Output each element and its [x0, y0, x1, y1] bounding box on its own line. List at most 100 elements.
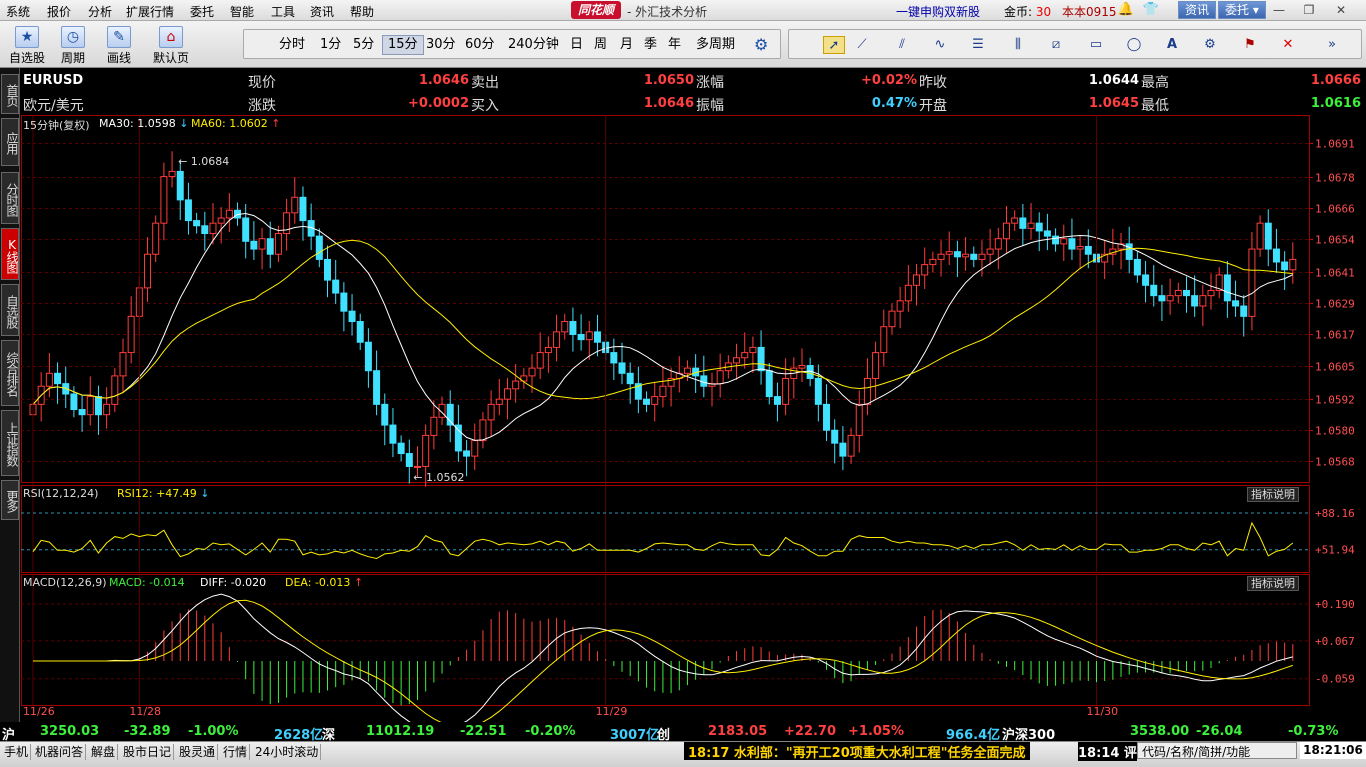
bottom-tab-lingtong[interactable]: 股灵通 — [177, 744, 219, 760]
period-season[interactable]: 季 — [639, 35, 662, 55]
price-tick-label: 1.0592 — [1315, 394, 1355, 407]
news-button[interactable]: 资讯 — [1178, 1, 1217, 19]
gann-lines-icon[interactable]: ⫼ — [1007, 36, 1029, 54]
bottom-tab-quotes[interactable]: 行情 — [221, 744, 251, 760]
rsi-name: RSI(12,12,24) — [23, 487, 99, 500]
sh-value[interactable]: 3250.03 — [40, 724, 99, 739]
text-icon[interactable]: A — [1161, 36, 1183, 54]
sidebar-tab-kline[interactable]: K线图 — [1, 228, 19, 280]
wave-icon[interactable]: ∿ — [929, 36, 951, 54]
maximize-button[interactable]: ❐ — [1298, 2, 1320, 18]
period-day[interactable]: 日 — [565, 35, 588, 55]
menu-help[interactable]: 帮助 — [350, 3, 374, 20]
bookmark-icon[interactable]: ⚑ — [1239, 36, 1261, 54]
parallel-lines-icon[interactable]: ⫽ — [891, 36, 913, 54]
period-intraday[interactable]: 分时 — [274, 35, 310, 55]
kline-chart-svg[interactable]: 1.0691 1.0678 1.0666 1.0654 1.0641 1.0629 1.06… — [21, 115, 1366, 722]
sidebar-tab-apps[interactable]: 应用 — [1, 118, 19, 166]
sidebar-tab-watchlist[interactable]: 自选股 — [1, 284, 19, 336]
trade-button[interactable]: 委托 ▾ — [1218, 1, 1266, 19]
candle-body — [1166, 295, 1174, 302]
chart-area[interactable]: 1.0691 1.0678 1.0666 1.0654 1.0641 1.0629 1.06… — [21, 115, 1366, 722]
period-week[interactable]: 周 — [589, 35, 612, 55]
sidebar-tab-timeshare[interactable]: 分时图 — [1, 172, 19, 224]
minimize-button[interactable]: — — [1268, 2, 1290, 18]
period-15min[interactable]: 15分 — [382, 35, 424, 55]
sidebar-tab-more[interactable]: 更多 — [1, 480, 19, 520]
cursor-icon[interactable]: ➚ — [823, 36, 845, 54]
period-year[interactable]: 年 — [663, 35, 686, 55]
news-ticker-secondary[interactable]: 18:14 评 — [1078, 742, 1137, 761]
candle-body — [1052, 235, 1060, 245]
bottom-tab-mobile[interactable]: 手机 — [2, 744, 32, 760]
candle-body — [291, 196, 299, 214]
bottom-tab-24h[interactable]: 24小时滚动 — [253, 744, 322, 760]
bottom-tab-diary[interactable]: 股市日记 — [121, 744, 175, 760]
candle-body — [1084, 245, 1092, 255]
watchlist-tool-button[interactable]: ★ 自选股 — [4, 24, 50, 66]
code-search-input[interactable]: 代码/名称/简拼/功能 — [1137, 742, 1297, 759]
line-segment-icon[interactable]: ⟋ — [851, 36, 873, 54]
rectangle-icon[interactable]: ▭ — [1085, 36, 1107, 54]
cy-value[interactable]: 2183.05 — [708, 724, 767, 739]
price-tick-label: 1.0605 — [1315, 361, 1355, 374]
candle-body — [1240, 305, 1248, 317]
promo-link[interactable]: 一键申购双新股 — [896, 3, 980, 20]
channel-icon[interactable]: ⧄ — [1045, 36, 1067, 54]
bottom-tab-commentary[interactable]: 解盘 — [89, 744, 119, 760]
candle-body — [1019, 217, 1027, 229]
menu-system[interactable]: 系统 — [6, 3, 30, 20]
delete-drawing-icon[interactable]: ✕ — [1277, 36, 1299, 54]
macd-help-button[interactable]: 指标说明 — [1247, 576, 1299, 591]
period-tool-button[interactable]: ◷ 周期 — [50, 24, 96, 66]
period-multi[interactable]: 多周期 — [691, 35, 740, 55]
user-name[interactable]: 本本0915 — [1062, 3, 1117, 20]
candle-body — [1043, 230, 1051, 237]
candle-body — [700, 375, 708, 387]
sidebar-tab-sh-index[interactable]: 上证指数 — [1, 410, 19, 476]
sz-value[interactable]: 11012.19 — [366, 724, 434, 739]
period-30min[interactable]: 30分 — [421, 35, 461, 55]
candle-body — [258, 238, 266, 250]
menu-quote[interactable]: 报价 — [47, 3, 71, 20]
hs300-value[interactable]: 3538.00 — [1130, 724, 1189, 739]
macd-name: MACD(12,26,9) — [23, 576, 107, 589]
period-5min[interactable]: 5分 — [348, 35, 379, 55]
candle-body — [839, 442, 847, 457]
ellipse-icon[interactable]: ◯ — [1123, 36, 1145, 54]
period-240min[interactable]: 240分钟 — [503, 35, 564, 55]
candle-body — [201, 225, 209, 235]
candle-body — [1142, 274, 1150, 286]
menu-trade[interactable]: 委托 — [190, 3, 214, 20]
candle-body — [242, 217, 250, 242]
menu-smart[interactable]: 智能 — [230, 3, 254, 20]
shirt-icon[interactable]: 👕 — [1140, 2, 1162, 18]
menu-analysis[interactable]: 分析 — [88, 3, 112, 20]
close-button[interactable]: ✕ — [1330, 2, 1352, 18]
period-60min[interactable]: 60分 — [460, 35, 500, 55]
menu-news[interactable]: 资讯 — [310, 3, 334, 20]
high-annotation: ← 1.0684 — [178, 155, 229, 168]
sidebar-tab-ranking[interactable]: 综合排名 — [1, 340, 19, 406]
candle-body — [626, 372, 634, 385]
candle-body — [937, 253, 945, 260]
period-month[interactable]: 月 — [615, 35, 638, 55]
rsi-help-button[interactable]: 指标说明 — [1247, 487, 1299, 502]
menu-extended-quotes[interactable]: 扩展行情 — [126, 3, 174, 20]
draw-tool-button[interactable]: ✎ 画线 — [96, 24, 142, 66]
sidebar-tab-home[interactable]: 首页 — [1, 74, 19, 114]
news-ticker[interactable]: 18:17 水利部："再开工20项重大水利工程"任务全面完成 — [684, 742, 1030, 761]
fibonacci-icon[interactable]: ☰ — [967, 36, 989, 54]
candle-body — [70, 393, 78, 411]
gear-icon[interactable]: ⚙ — [749, 35, 773, 55]
period-1min[interactable]: 1分 — [315, 35, 346, 55]
bell-icon[interactable]: 🔔 — [1115, 2, 1137, 18]
more-tools-icon[interactable]: » — [1321, 36, 1343, 54]
default-page-button[interactable]: ⌂ 默认页 — [148, 24, 194, 66]
bottom-tab-qa[interactable]: 机器问答 — [33, 744, 87, 760]
settings-icon[interactable]: ⚙ — [1199, 36, 1221, 54]
home-icon: ⌂ — [159, 26, 183, 48]
macd-tick-label: +0.190 — [1315, 598, 1355, 611]
candle-body — [1002, 222, 1010, 240]
menu-tools[interactable]: 工具 — [271, 3, 295, 20]
